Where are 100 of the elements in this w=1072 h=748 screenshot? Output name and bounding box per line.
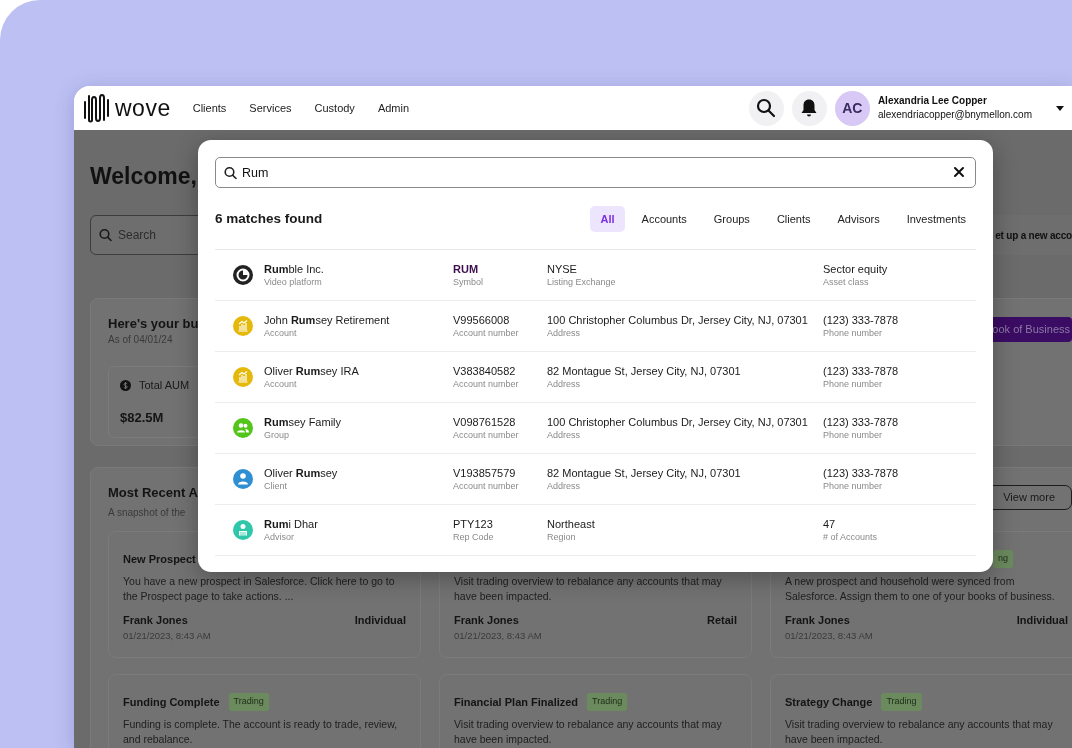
search-result-row[interactable]: Oliver Rumsey IRA Account V383840582 Account number 82 Montague St, Jersey City, NJ, 07301 Address (123) 333-7878 Phone number [215,352,976,403]
search-result-row[interactable]: Oliver Rumsey Client V193857579 Account number 82 Montague St, Jersey City, NJ, 07301 Address (123) 333-7878 Phone number [215,454,976,505]
filter-tab[interactable]: Clients [766,206,821,232]
activity-description: Visit trading overview to rebalance any accounts that may have been impacted. [454,574,723,604]
search-result-row[interactable]: John Rumsey Retirement Account V99566008 Account number 100 Christopher Columbus Dr, Jersey City, NJ, 07301 Address (123) 333-7878 Phone number [215,301,976,352]
activity-tag: ng [993,550,1013,568]
activity-card[interactable]: Financial Plan Finalized Trading Visit trading overview to rebalance any accounts that may have been impacted. [439,674,752,748]
filter-tab[interactable]: All [590,206,625,232]
search-result-row[interactable]: Rumble Inc. Video platform RUM Symbol NYSE Listing Exchange Sector equity Asset class [215,250,976,301]
result-type: Group [264,428,289,442]
result-type: Account [264,377,297,391]
result-type: Video platform [264,275,322,289]
section-title: Most Recent A [108,485,198,501]
segment-label: Individual [354,613,406,628]
result-label: Phone number [823,377,883,391]
result-value: (123) 333-7878 [823,363,899,378]
result-label: Address [547,428,581,442]
result-name: Oliver Rumsey [264,465,338,480]
result-label: Account number [453,479,519,493]
result-value: 100 Christopher Columbus Dr, Jersey City, NJ, 07301 [547,312,808,327]
result-value: PTY123 [453,516,493,531]
activity-card[interactable]: Funding Complete Trading Funding is complete. The account is ready to trade, review, and rebalance. [108,674,421,748]
user-email: alexendriacopper@bnymellon.com [877,108,1032,122]
close-button[interactable] [952,165,966,179]
result-name: Oliver Rumsey IRA [264,363,359,378]
segment-label: Retail [707,613,737,628]
result-label: Asset class [823,275,869,289]
result-name: Rumsey Family [264,414,341,429]
activity-tag: Trading [587,693,628,711]
pie-chart-icon [233,265,253,285]
notifications-button[interactable] [791,90,827,126]
result-value: 47 [823,516,836,531]
person-name: Frank Jones [123,613,188,628]
activity-tag: Trading [881,693,922,711]
person-icon [233,469,253,489]
filter-tab[interactable]: Accounts [631,206,697,232]
result-value: NYSE [547,261,577,276]
search-result-row[interactable]: Rumi Dhar Advisor PTY123 Rep Code Northeast Region 47 # of Accounts [215,505,976,556]
person-name: Frank Jones [454,613,519,628]
search-field[interactable]: Rum [215,157,976,188]
nav-link[interactable]: Custody [314,99,355,117]
result-value: Sector equity [823,261,888,276]
result-value: 100 Christopher Columbus Dr, Jersey City, NJ, 07301 [547,414,808,429]
activity-tag: Trading [228,693,269,711]
result-label: # of Accounts [823,530,878,544]
result-value: V193857579 [453,465,516,480]
user-avatar[interactable]: AC [834,90,870,126]
result-label: Address [547,377,581,391]
person-name: Frank Jones [785,613,850,628]
search-icon [224,166,237,179]
result-name: Rumi Dhar [264,516,318,531]
close-icon [952,165,966,179]
caret-icon [1056,105,1064,111]
filter-tab[interactable]: Advisors [827,206,890,232]
welcome-heading: Welcome, [90,164,197,188]
dollar-icon [120,379,131,391]
segment-label: Individual [1016,613,1068,628]
search-button[interactable] [748,90,784,126]
result-type: Advisor [264,530,294,544]
result-label: Account number [453,377,519,391]
metric-label: Total AUM [139,378,190,393]
result-label: Region [547,530,576,544]
search-result-row[interactable]: Rumsey Family Group V098761528 Account number 100 Christopher Columbus Dr, Jersey City, NJ, 07301 Address (123) 333-7878 Phone number [215,403,976,454]
result-value: 82 Montague St, Jersey City, NJ, 07301 [547,363,741,378]
result-label: Address [547,326,581,340]
result-value: V098761528 [453,414,516,429]
logo-icon [83,92,110,124]
result-label: Account number [453,326,519,340]
result-name: Rumble Inc. [264,261,324,276]
result-label: Symbol [453,275,483,289]
activity-card[interactable]: Strategy Change Trading Visit trading overview to rebalance any accounts that may have been impacted. [770,674,1072,748]
activity-description: A new prospect and household were synced from Salesforce. Assign them to one of your books of business. [785,574,1056,604]
nav-link[interactable]: Clients [192,99,227,117]
result-label: Phone number [823,326,883,340]
result-value: (123) 333-7878 [823,414,899,429]
result-label: Address [547,479,581,493]
search-icon [99,228,112,242]
search-icon [756,98,777,118]
filter-tab[interactable]: Groups [703,206,760,232]
result-value: RUM [453,261,479,276]
activity-title: Strategy Change [785,694,873,710]
nav-link[interactable]: Services [249,99,292,117]
bell-icon [800,98,819,118]
result-name: John Rumsey Retirement [264,312,390,327]
activity-title: Financial Plan Finalized [454,694,579,710]
activity-description: You have a new prospect in Salesforce. Click here to go to the Prospect page to take actions. ... [123,574,396,604]
filter-tab[interactable]: Investments [896,206,976,232]
result-type: Client [264,479,287,493]
activity-description: Visit trading overview to rebalance any accounts that may have been impacted. [785,717,1054,747]
metric-value: $82.5M [120,408,164,427]
nav-link[interactable]: Admin [377,99,410,117]
result-value: 82 Montague St, Jersey City, NJ, 07301 [547,465,741,480]
activity-description: Funding is complete. The account is ready to trade, review, and rebalance. [123,717,399,747]
activity-title: New Prospect [123,551,196,567]
result-value: (123) 333-7878 [823,465,899,480]
result-label: Phone number [823,479,883,493]
bar-chart-icon [233,367,253,387]
result-type: Account [264,326,297,340]
result-label: Rep Code [453,530,494,544]
result-value: Northeast [547,516,595,531]
